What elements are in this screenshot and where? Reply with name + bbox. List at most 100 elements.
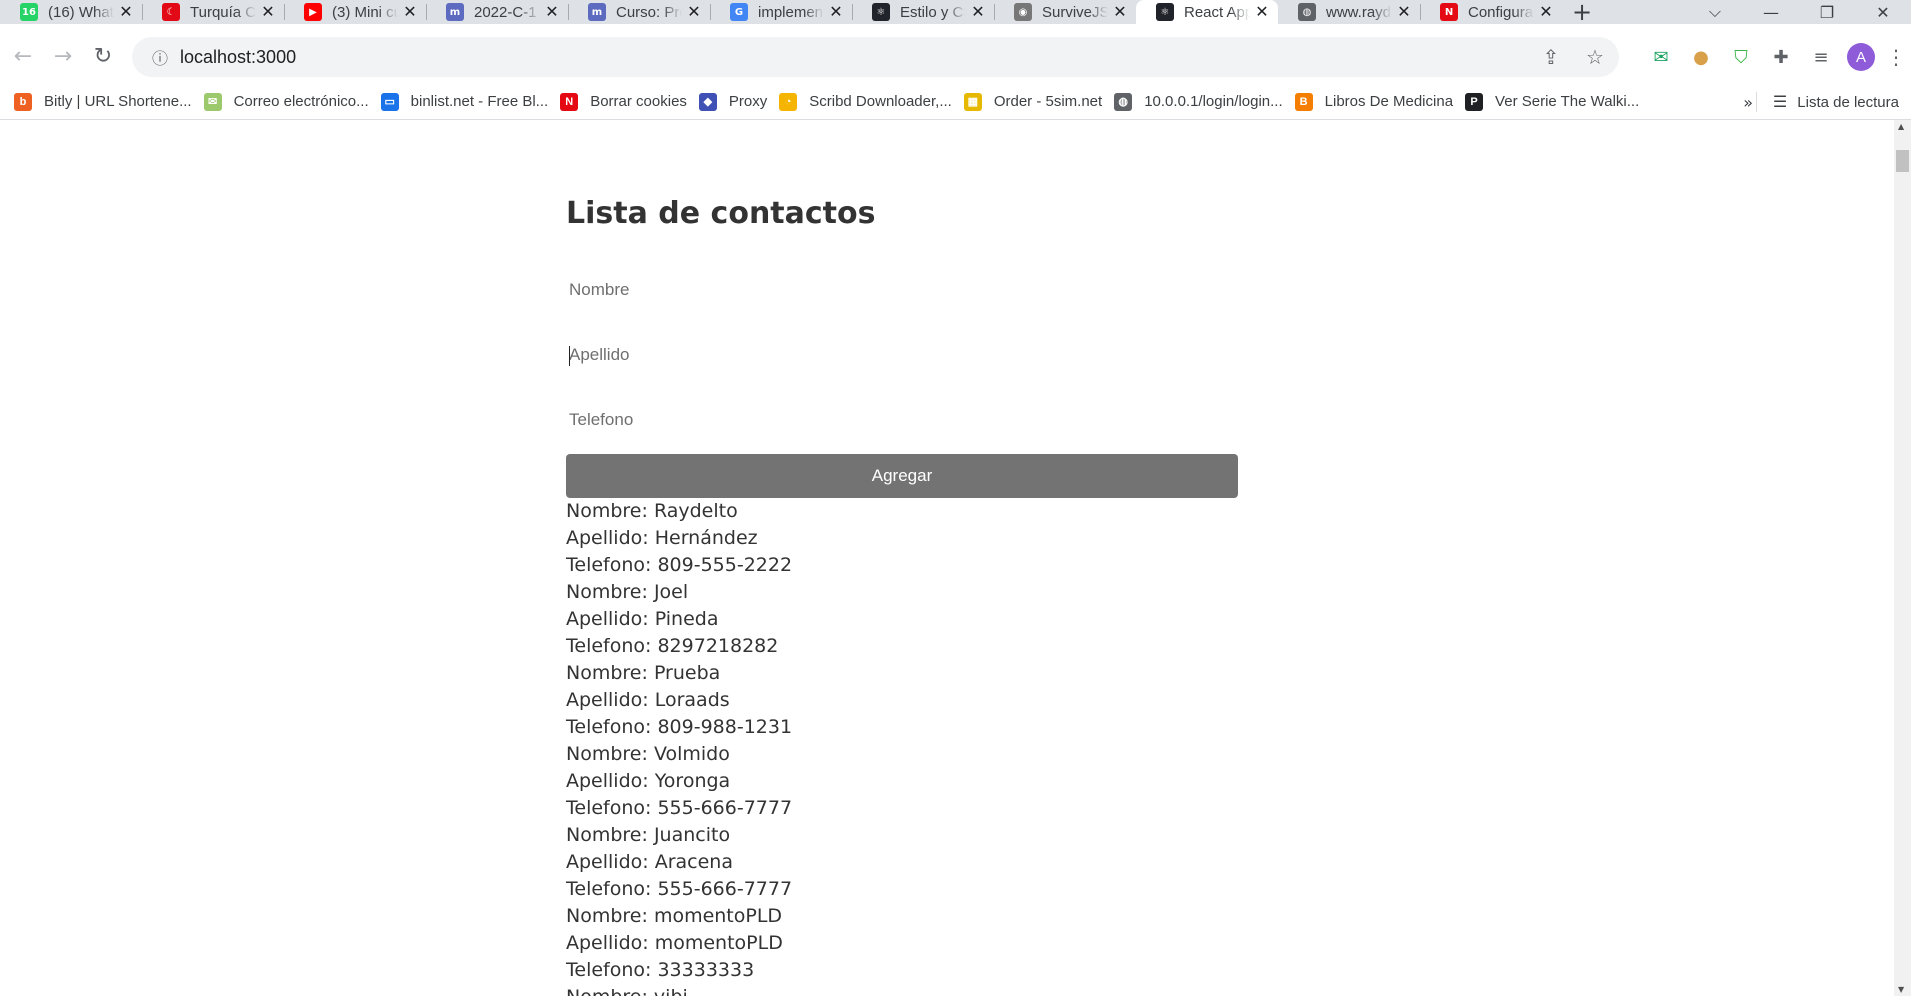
field-label: Telefono: <box>566 797 658 819</box>
text-cursor <box>569 346 570 366</box>
bookmark-item[interactable]: ◍ 10.0.0.1/login/login... <box>1112 88 1292 116</box>
browser-tab[interactable]: ⚛ Estilo y CSS✕ <box>852 0 994 24</box>
browser-tab[interactable]: ☾ Turquía Clima✕ <box>142 0 284 24</box>
address-bar[interactable]: ⓘ localhost:3000 ⇪ ☆ <box>132 37 1619 77</box>
browser-tab[interactable]: 16 (16) WhatsApp✕ <box>0 0 142 24</box>
mail-icon: ✉ <box>203 92 222 111</box>
browser-tab[interactable]: Gimplementar✕ <box>710 0 852 24</box>
field-value: Aracena <box>654 851 733 873</box>
forward-button[interactable]: → <box>43 36 83 76</box>
contact-apellido: Apellido: Pineda <box>566 606 1238 633</box>
browser-menu-button[interactable]: ⋮ <box>1881 37 1911 77</box>
agregar-button[interactable]: Agregar <box>566 454 1238 498</box>
browser-tab[interactable]: N Configuración✕ <box>1420 0 1562 24</box>
telefono-input[interactable] <box>566 397 1238 443</box>
cookie-extension-icon[interactable]: ● <box>1681 37 1721 77</box>
field-value: 809-988-1231 <box>657 716 793 738</box>
apellido-input[interactable] <box>566 332 1238 378</box>
close-tab-icon[interactable]: ✕ <box>828 4 844 20</box>
bookmark-item[interactable]: N Borrar cookies <box>558 88 697 116</box>
scroll-up-arrow-icon[interactable]: ▲ <box>1898 122 1904 131</box>
contact-nombre: Nombre: Juancito <box>566 822 1238 849</box>
reading-list-icon: ☰ <box>1772 94 1788 111</box>
browser-tab[interactable]: m Curso: Pro ✕ <box>568 0 710 24</box>
bookmark-list: b Bitly | URL Shortene... ✉ Correo electrón… <box>12 88 1649 116</box>
close-tab-icon[interactable]: ✕ <box>1254 4 1270 20</box>
bookmark-star-icon[interactable]: ☆ <box>1575 45 1615 69</box>
browser-tab[interactable]: ◍ www.raydelto✕ <box>1278 0 1420 24</box>
survivejs-icon: ◉ <box>1014 3 1032 21</box>
site-info-icon[interactable]: ⓘ <box>140 45 180 69</box>
tab-search-button[interactable]: ⌵ <box>1687 2 1743 22</box>
reading-list-button[interactable]: ☰ Lista de lectura <box>1755 84 1899 120</box>
back-button[interactable]: ← <box>3 36 43 76</box>
field-value: Prueba <box>653 662 721 684</box>
new-tab-button[interactable]: + <box>1562 0 1602 26</box>
browser-tab[interactable]: ⚛ React App ✕ <box>1136 0 1278 24</box>
avatar: A <box>1847 43 1875 71</box>
close-tab-icon[interactable]: ✕ <box>402 4 418 20</box>
bookmarks-bar: b Bitly | URL Shortene... ✉ Correo electrón… <box>0 84 1911 120</box>
shield-extension-icon[interactable]: ⛉ <box>1721 37 1761 77</box>
page-title: Lista de contactos <box>566 196 876 231</box>
media-control-icon[interactable]: ≡ <box>1801 37 1841 77</box>
field-label: Apellido: <box>566 932 655 954</box>
minimize-button[interactable]: — <box>1743 3 1799 22</box>
nombre-input[interactable] <box>566 267 1238 313</box>
bookmark-item[interactable]: ▭ binlist.net - Free Bl... <box>379 88 559 116</box>
bookmark-item[interactable]: B Libros De Medicina <box>1293 88 1463 116</box>
close-tab-icon[interactable]: ✕ <box>686 4 702 20</box>
contact-list: Nombre: Raydelto Apellido: Hernández Telef… <box>566 498 1238 996</box>
field-value: Raydelto <box>653 500 738 522</box>
maximize-button[interactable]: ❐ <box>1799 3 1855 22</box>
bookmark-item[interactable]: ✉ Correo electrónico... <box>202 88 379 116</box>
close-window-button[interactable]: ✕ <box>1855 3 1911 22</box>
scrollbar-thumb[interactable] <box>1896 150 1909 172</box>
reload-button[interactable]: ↻ <box>83 36 123 76</box>
scribd-icon: ◔ <box>779 92 798 111</box>
contact-telefono: Telefono: 8297218282 <box>566 633 1238 660</box>
close-tab-icon[interactable]: ✕ <box>1396 4 1412 20</box>
browser-tab[interactable]: ◉ SurviveJS ✕ <box>994 0 1136 24</box>
bookmark-item[interactable]: ◆ Proxy <box>697 88 777 116</box>
bookmark-item[interactable]: ◔ Scribd Downloader,... <box>777 88 962 116</box>
close-tab-icon[interactable]: ✕ <box>118 4 134 20</box>
profile-button[interactable]: A <box>1841 37 1881 77</box>
bookmark-item[interactable]: b Bitly | URL Shortene... <box>12 88 202 116</box>
bookmark-label: Correo electrónico... <box>233 93 369 110</box>
mail-extension-icon[interactable]: ✉ <box>1641 37 1681 77</box>
contact-nombre: Nombre: Volmido <box>566 741 1238 768</box>
field-label: Apellido: <box>566 527 655 549</box>
close-tab-icon[interactable]: ✕ <box>1538 4 1554 20</box>
address-url[interactable]: localhost:3000 <box>180 47 296 68</box>
field-value: Pineda <box>654 608 719 630</box>
scroll-down-arrow-icon[interactable]: ▼ <box>1898 985 1904 994</box>
page-scrollbar[interactable]: ▲ ▼ <box>1894 120 1911 996</box>
bookmark-item[interactable]: P Ver Serie The Walki... <box>1463 88 1649 116</box>
close-tab-icon[interactable]: ✕ <box>1112 4 1128 20</box>
field-value: Volmido <box>653 743 730 765</box>
bookmarks-overflow-button[interactable]: » <box>1743 84 1753 120</box>
close-tab-icon[interactable]: ✕ <box>544 4 560 20</box>
puzzle-extensions-icon[interactable]: ✚ <box>1761 37 1801 77</box>
react-icon: ⚛ <box>1156 3 1174 21</box>
contact-item: Nombre: momentoPLD Apellido: momentoPLD Te… <box>566 903 1238 984</box>
share-icon[interactable]: ⇪ <box>1531 45 1571 69</box>
turkey-flag-icon: ☾ <box>162 3 180 21</box>
close-tab-icon[interactable]: ✕ <box>260 4 276 20</box>
bookmark-label: Bitly | URL Shortene... <box>44 93 192 110</box>
tab-title: (3) Mini curso <box>332 3 398 21</box>
browser-tab[interactable]: ▶ (3) Mini curso✕ <box>284 0 426 24</box>
bookmark-label: Order - 5sim.net <box>993 93 1103 110</box>
bookmark-item[interactable]: ▦ Order - 5sim.net <box>962 88 1112 116</box>
tab-title: React App <box>1184 3 1250 21</box>
kebab-menu-icon: ⋮ <box>1886 45 1906 69</box>
field-value: momentoPLD <box>654 932 783 954</box>
tab-title: 2022-C-1 <box>474 3 537 21</box>
tab-title: (16) WhatsApp <box>48 3 114 21</box>
contact-telefono: Telefono: 809-988-1231 <box>566 714 1238 741</box>
field-value: 555-666-7777 <box>657 878 793 900</box>
contact-nombre: Nombre: Raydelto <box>566 498 1238 525</box>
close-tab-icon[interactable]: ✕ <box>970 4 986 20</box>
browser-tab[interactable]: m 2022-C-1 ✕ <box>426 0 568 24</box>
